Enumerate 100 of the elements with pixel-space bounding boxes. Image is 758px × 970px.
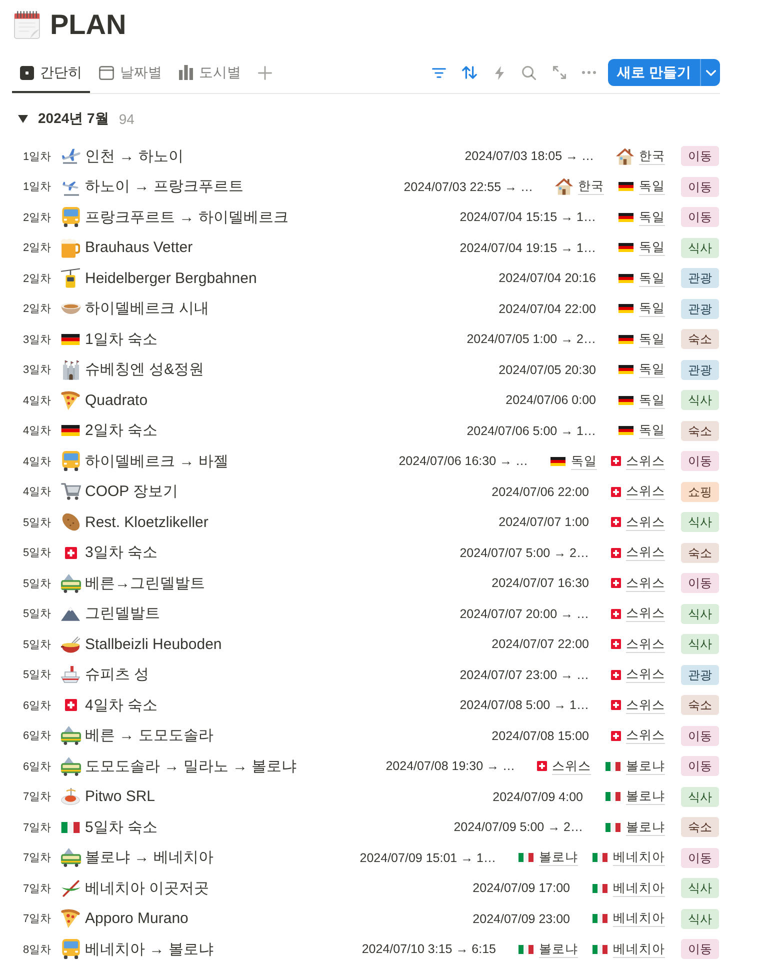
row-title[interactable]: 볼로냐 → 베네치아 [85, 848, 214, 868]
location-link[interactable]: 한국 [639, 148, 665, 165]
location-link[interactable]: 독일 [639, 361, 665, 378]
location-link[interactable]: 볼로냐 [626, 818, 665, 836]
location-link[interactable]: 볼로냐 [539, 849, 578, 866]
date-text: 2024/07/08 5:00 → 1… [460, 698, 589, 712]
location-link[interactable]: 독일 [571, 452, 597, 470]
location-link[interactable]: 독일 [639, 300, 665, 318]
lightning-icon[interactable] [494, 66, 504, 80]
more-icon[interactable] [582, 71, 596, 74]
pizza-slice-icon [61, 909, 80, 928]
row-title[interactable]: 하노이 → 프랑크푸르트 [85, 177, 244, 196]
row-title[interactable]: COOP 장보기 [85, 482, 178, 502]
location-link[interactable]: 독일 [639, 208, 665, 226]
day-label: 3일차 [23, 363, 52, 378]
view-tab[interactable]: 간단히 [12, 52, 90, 93]
category-tag: 식사 [681, 390, 719, 410]
location-link[interactable]: 독일 [639, 239, 665, 256]
row-title[interactable]: 인천 → 하노이 [85, 146, 184, 166]
view-tab[interactable]: 날짜별 [91, 52, 170, 93]
location-link[interactable]: 스위스 [626, 605, 665, 622]
new-button[interactable]: 새로 만들기 [608, 59, 700, 86]
row-title[interactable]: 하이델베르크 → 바젤 [85, 452, 228, 471]
location-link[interactable]: 독일 [639, 422, 665, 440]
row-title[interactable]: 베른 → 도모도솔라 [85, 726, 214, 746]
germany-flag-icon [618, 334, 634, 344]
location-link[interactable]: 스위스 [626, 574, 665, 592]
switzerland-flag-icon [64, 699, 76, 712]
category-tag: 이동 [681, 146, 719, 166]
train-icon [60, 726, 80, 746]
switzerland-flag-icon [611, 608, 621, 619]
row-title[interactable]: Apporo Murano [85, 910, 188, 928]
italy-flag-icon [605, 762, 621, 771]
expand-icon[interactable] [552, 66, 566, 79]
dropdown-button[interactable] [700, 59, 720, 86]
date-text: 2024/07/03 18:05 → … [464, 149, 594, 164]
page-title: PLAN [50, 9, 126, 41]
category-tag: 식사 [681, 604, 719, 624]
row-title[interactable]: Rest. Kloetzlikeller [85, 514, 208, 531]
location-link[interactable]: 독일 [639, 270, 665, 287]
location-link[interactable]: 스위스 [552, 758, 591, 775]
day-label: 4일차 [23, 454, 52, 469]
row-title[interactable]: 베네치아 → 볼로냐 [85, 940, 214, 959]
row-title[interactable]: 도모도솔라 → 밀라노 → 볼로냐 [85, 756, 297, 776]
view-tab[interactable]: 도시별 [171, 52, 249, 93]
row-title[interactable]: 4일차 숙소 [85, 696, 158, 715]
row-title[interactable]: 1일차 숙소 [85, 330, 158, 349]
sort-icon[interactable] [462, 66, 477, 79]
row-title[interactable]: Quadrato [85, 392, 148, 409]
location-link[interactable]: 스위스 [626, 666, 665, 684]
location-link[interactable]: 베네치아 [613, 940, 665, 958]
location-link[interactable]: 스위스 [626, 727, 665, 744]
date-text: 2024/07/09 5:00 → 2… [454, 820, 583, 834]
location-link[interactable]: 볼로냐 [539, 940, 578, 958]
date-text: 2024/07/07 16:30 [492, 576, 589, 590]
triangle-icon[interactable] [18, 114, 28, 122]
location-link[interactable]: 독일 [639, 178, 665, 196]
day-label: 7일차 [23, 790, 52, 804]
row-title[interactable]: Brauhaus Vetter [85, 239, 193, 256]
location-link[interactable]: 볼로냐 [626, 758, 665, 775]
row-title[interactable]: 베네치아 이곳저곳 [85, 878, 210, 898]
row-title[interactable]: 슈피츠 성 [85, 665, 150, 684]
location-link[interactable]: 베네치아 [613, 880, 665, 897]
filter-icon[interactable] [432, 68, 446, 78]
date-text: 2024/07/04 15:15 → 1… [460, 210, 596, 224]
germany-flag-icon [618, 182, 634, 192]
row-title[interactable]: 베른→그린델발트 [85, 574, 205, 593]
row-title[interactable]: 프랑크푸르트 → 하이델베르크 [85, 208, 288, 227]
row-title[interactable]: 하이델베르크 시내 [85, 299, 210, 318]
germany-flag-icon [618, 426, 634, 436]
date-text: 2024/07/08 19:30 → … [386, 759, 515, 774]
beer-mug-icon [61, 238, 80, 258]
date-text: 2024/07/03 22:55 → … [404, 180, 533, 194]
location-link[interactable]: 독일 [639, 330, 665, 348]
row-title[interactable]: 3일차 숙소 [85, 543, 158, 562]
location-link[interactable]: 스위스 [626, 483, 665, 500]
location-link[interactable]: 베네치아 [613, 849, 665, 866]
location-link[interactable]: 한국 [578, 178, 604, 196]
day-label: 7일차 [23, 820, 52, 835]
category-tag: 이동 [681, 848, 719, 868]
location-link[interactable]: 스위스 [626, 452, 665, 470]
potato-icon [62, 513, 80, 532]
location-link[interactable]: 볼로냐 [626, 788, 665, 806]
row-title[interactable]: 그린델발트 [85, 604, 160, 624]
location-link[interactable]: 독일 [639, 392, 665, 409]
location-link[interactable]: 스위스 [626, 636, 665, 653]
row-title[interactable]: 슈베칭엔 성&정원 [85, 360, 204, 380]
location-link[interactable]: 스위스 [626, 544, 665, 562]
location-link[interactable]: 스위스 [626, 696, 665, 714]
location-link[interactable]: 베네치아 [613, 910, 665, 928]
search-icon[interactable] [522, 66, 536, 80]
plus-icon[interactable] [258, 66, 272, 80]
row-title[interactable]: Pitwo SRL [85, 788, 156, 806]
location-link[interactable]: 스위스 [626, 514, 665, 531]
row-title[interactable]: Heidelberger Bergbahnen [85, 270, 257, 287]
row-title[interactable]: Stallbeizli Heuboden [85, 636, 222, 653]
day-label: 2일차 [23, 210, 52, 225]
row-title[interactable]: 5일차 숙소 [85, 818, 158, 837]
row-title[interactable]: 2일차 숙소 [85, 421, 158, 440]
day-label: 4일차 [23, 485, 52, 500]
